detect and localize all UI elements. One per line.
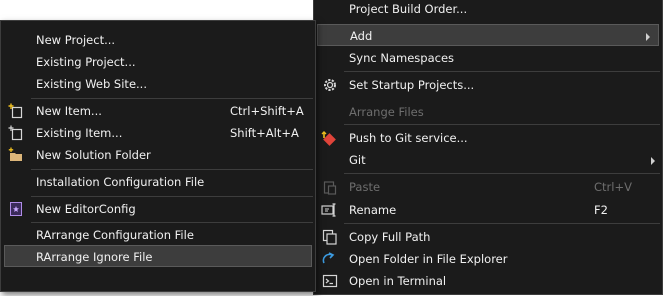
menu-item-label: Add: [350, 29, 373, 43]
menu-item-open-folder-explorer[interactable]: Open Folder in File Explorer: [314, 248, 662, 270]
menu-separator: [31, 196, 313, 197]
menu-item-arrange-files[interactable]: Arrange Files: [314, 101, 662, 123]
menu-item-new-editorconfig[interactable]: New EditorConfig: [1, 198, 315, 220]
menu-item-label: Open in Terminal: [349, 274, 447, 288]
menu-separator: [344, 124, 660, 125]
menu-item-new-project[interactable]: New Project...: [1, 29, 315, 51]
menu-separator: [31, 222, 313, 223]
menu-item-label: Sync Namespaces: [349, 51, 455, 65]
menu-item-existing-web-site[interactable]: Existing Web Site...: [1, 73, 315, 95]
menu-item-shortcut: Shift+Alt+A: [230, 126, 299, 140]
editorconfig-icon: [8, 201, 24, 217]
menu-item-label: Paste: [349, 180, 381, 194]
menu-item-label: New Item...: [36, 104, 102, 118]
rename-icon: [321, 202, 337, 218]
menu-item-paste[interactable]: Paste Ctrl+V: [314, 176, 662, 198]
menu-item-label: Existing Project...: [36, 55, 136, 69]
menu-item-shortcut: F2: [594, 203, 608, 217]
new-folder-icon: [8, 147, 24, 163]
menu-item-copy-full-path[interactable]: Copy Full Path: [314, 226, 662, 248]
menu-item-installation-configuration-file[interactable]: Installation Configuration File: [1, 171, 315, 193]
project-context-menu: Project Build Order... Add Sync Namespac…: [313, 0, 663, 295]
menu-item-push-to-git[interactable]: Push to Git service...: [314, 127, 662, 149]
menu-item-new-solution-folder[interactable]: New Solution Folder: [1, 144, 315, 166]
menu-item-shortcut: Ctrl+Shift+A: [230, 104, 304, 118]
menu-separator: [31, 98, 313, 99]
menu-item-label: Rename: [349, 203, 397, 217]
menu-item-label: Arrange Files: [349, 105, 424, 119]
menu-item-rarrange-ignore-file[interactable]: RArrange Ignore File: [4, 245, 312, 267]
menu-item-rarrange-configuration-file[interactable]: RArrange Configuration File: [1, 224, 315, 246]
menu-item-label: Open Folder in File Explorer: [349, 252, 508, 266]
menu-item-add[interactable]: Add: [317, 24, 659, 46]
paste-icon: [322, 179, 338, 195]
existing-item-icon: [8, 125, 24, 141]
menu-item-label: Set Startup Projects...: [349, 78, 475, 92]
submenu-arrow-icon: [646, 33, 650, 41]
menu-item-git[interactable]: Git: [314, 149, 662, 171]
submenu-arrow-icon: [651, 157, 655, 165]
menu-item-existing-item[interactable]: Existing Item... Shift+Alt+A: [1, 122, 315, 144]
menu-item-existing-project[interactable]: Existing Project...: [1, 51, 315, 73]
menu-item-label: Git: [349, 153, 366, 167]
terminal-icon: [322, 273, 338, 289]
menu-item-label: New Solution Folder: [36, 148, 151, 162]
gear-icon: [322, 77, 338, 93]
menu-item-sync-namespaces[interactable]: Sync Namespaces: [314, 47, 662, 69]
menu-separator: [344, 223, 660, 224]
folder-open-icon: [321, 251, 337, 267]
menu-item-label: Project Build Order...: [349, 2, 468, 16]
new-item-icon: [8, 103, 24, 119]
menu-item-label: New Project...: [36, 33, 116, 47]
git-push-icon: [321, 130, 337, 146]
menu-item-label: Installation Configuration File: [36, 175, 205, 189]
menu-item-label: Existing Web Site...: [36, 77, 147, 91]
menu-item-label: New EditorConfig: [36, 202, 136, 216]
menu-item-label: Copy Full Path: [349, 230, 431, 244]
menu-item-label: RArrange Ignore File: [36, 250, 153, 264]
menu-item-open-terminal[interactable]: Open in Terminal: [314, 270, 662, 292]
copy-icon: [322, 229, 338, 245]
add-submenu: New Project... Existing Project... Exist…: [0, 20, 316, 292]
menu-item-set-startup-projects[interactable]: Set Startup Projects...: [314, 74, 662, 96]
menu-item-shortcut: Ctrl+V: [594, 180, 632, 194]
menu-separator: [31, 169, 313, 170]
menu-item-label: RArrange Configuration File: [36, 228, 194, 242]
menu-item-project-build-order[interactable]: Project Build Order...: [314, 0, 662, 20]
menu-separator: [344, 71, 660, 72]
menu-item-label: Existing Item...: [36, 126, 123, 140]
menu-item-label: Push to Git service...: [349, 131, 468, 145]
menu-item-new-item[interactable]: New Item... Ctrl+Shift+A: [1, 100, 315, 122]
menu-separator: [344, 173, 660, 174]
menu-item-rename[interactable]: Rename F2: [314, 199, 662, 221]
